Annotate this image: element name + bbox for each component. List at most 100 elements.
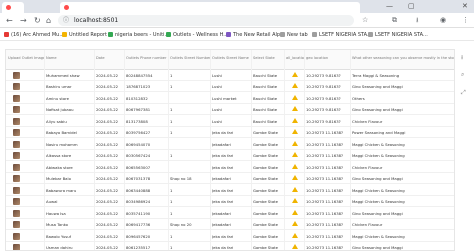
table-cell-name: Alkassa store: [46, 153, 72, 158]
table-row[interactable]: Hauwa Isa 2024-05-22 8035741190 1 Jekadafari…: [6, 208, 454, 219]
menu-icon[interactable]: ⋮: [462, 16, 469, 24]
table-cell-street: Lushi: [212, 84, 222, 89]
bookmark-item[interactable]: Untitled Report: [62, 30, 107, 39]
table-row[interactable]: Nafisat jubaau 2024-05-22 8067967381 1 Lushi…: [6, 105, 454, 115]
table-row[interactable]: Auwal 2024-05-22 8034986924 1 Jeka da fari Go…: [6, 197, 454, 207]
outlet-image-thumbnail[interactable]: [13, 244, 20, 250]
column-header[interactable]: Upload Outlet Image New_Info: [8, 56, 44, 60]
outlet-image-thumbnail[interactable]: [13, 140, 20, 148]
table-cell-geo: 10.29273 11.1638?: [306, 245, 344, 250]
page-icon: [368, 32, 373, 37]
bookmark-item[interactable]: nigeria beers - Uniti...: [108, 30, 169, 39]
table-row[interactable]: Usman dahiru 2024-05-22 8061235517 1 Jeka da…: [6, 243, 454, 250]
home-icon[interactable]: ⌂: [46, 16, 51, 25]
table-row[interactable]: Babawura maru 2024-05-22 8063440888 1 Jeka d…: [6, 185, 454, 196]
table-cell-num: 1: [170, 107, 173, 112]
bookmark-item[interactable]: The New Retail Alp...: [226, 30, 285, 39]
bookmark-item[interactable]: New tab: [280, 30, 308, 39]
download-icon[interactable]: ⭳: [461, 53, 463, 63]
column-header[interactable]: Date: [96, 56, 124, 60]
outlet-image-thumbnail[interactable]: [13, 129, 20, 136]
table-row[interactable]: Nasiru mohamm 2024-05-22 8069454070 Jekadaf…: [6, 139, 454, 150]
table-cell-num: 1: [170, 210, 173, 216]
bookmark-item[interactable]: Outlets - Wellness H...: [166, 30, 228, 39]
profile-icon[interactable]: ◉: [440, 16, 446, 24]
table-cell-phone: 8065563007: [126, 164, 151, 170]
table-cell-num: 1: [170, 118, 173, 124]
table-cell-num: 1: [170, 233, 173, 239]
column-header[interactable]: Select State: [253, 56, 285, 60]
outlet-image-thumbnail[interactable]: [13, 152, 20, 159]
outlet-image-thumbnail[interactable]: [13, 232, 20, 240]
outlet-image-thumbnail[interactable]: [13, 186, 20, 194]
extensions-icon[interactable]: ⧉: [392, 16, 397, 25]
reload-icon[interactable]: ↻: [34, 16, 41, 25]
maximize-icon[interactable]: ▢: [408, 2, 415, 10]
bookmark-star-icon[interactable]: ☆: [362, 16, 368, 24]
outlet-image-thumbnail[interactable]: [13, 106, 20, 113]
outlet-image-thumbnail[interactable]: [13, 221, 20, 228]
table-cell-phone: 8096457620: [126, 233, 151, 239]
warning-icon: [292, 175, 298, 181]
outlet-image-thumbnail[interactable]: [13, 83, 20, 90]
table-row[interactable]: Bashiru umar 2024-05-22 1876871023 1 Lushi Ba…: [6, 82, 454, 92]
downloads-icon[interactable]: ⭳: [416, 16, 418, 27]
table-cell-name: Auwal: [46, 199, 58, 204]
fullscreen-icon[interactable]: ⤢: [461, 89, 466, 97]
outlet-image-thumbnail[interactable]: [13, 117, 20, 125]
table-cell-phone: 8030567424: [126, 153, 151, 158]
address-bar[interactable]: ⓘ localhost:8501: [58, 15, 354, 26]
column-header[interactable]: Outlets Street Name: [212, 56, 252, 60]
outlet-image-thumbnail[interactable]: [13, 209, 20, 217]
outlet-image-thumbnail[interactable]: [13, 175, 20, 182]
table-cell-num: 1: [170, 245, 173, 250]
warning-icon: [292, 163, 298, 169]
site-info-icon[interactable]: ⓘ: [63, 15, 69, 26]
column-header[interactable]: geo location: [306, 56, 350, 60]
outlet-image-thumbnail[interactable]: [13, 71, 20, 79]
warning-icon: [292, 129, 298, 135]
table-cell-phone: 8039756427: [126, 130, 151, 135]
table-row[interactable]: Babayo Bamidel 2024-05-22 8039756427 1 Jeka …: [6, 128, 454, 138]
table-cell-geo: 10.29273 11.1638?: [306, 222, 344, 227]
table-cell-geo: 10.29273 11.1638?: [306, 176, 344, 181]
column-header[interactable]: Outlets Street Number: [170, 56, 210, 60]
back-icon[interactable]: ←: [6, 16, 13, 25]
column-header[interactable]: What other seasoning can you observe mos…: [352, 56, 454, 60]
warning-icon: [292, 232, 298, 238]
tab-active[interactable]: [60, 2, 360, 13]
table-row[interactable]: Musa Tanko 2024-05-22 8069417736 Shop no 20…: [6, 220, 454, 230]
column-header[interactable]: Outlets Phone number: [126, 56, 168, 60]
table-cell-geo: 10.29273 9.8163?: [306, 107, 341, 112]
bookmark-item[interactable]: (16) Arc Ahmed Mu...: [4, 30, 64, 39]
outlet-image-thumbnail[interactable]: [13, 163, 20, 171]
table-row[interactable]: Bawolo Yusuf 2024-05-22 8096457620 1 Jeka da…: [6, 231, 454, 242]
table-row[interactable]: Alkassa store 2024-05-22 8030567424 1 Jeka d…: [6, 151, 454, 161]
search-icon[interactable]: ⌕: [461, 71, 464, 79]
data-table[interactable]: Upload Outlet Image New_InfoNameDateOutl…: [5, 49, 455, 251]
tab-prev[interactable]: [2, 2, 24, 13]
column-header[interactable]: all_location: [286, 56, 304, 60]
forward-icon[interactable]: →: [20, 16, 27, 25]
table-row[interactable]: Abiwaka store 2024-05-22 8065563007 Jeka da…: [6, 162, 454, 173]
table-cell-season: Chicken Flavour: [352, 118, 383, 124]
table-row[interactable]: Aliyu sabiu 2024-05-22 813173808 1 Lushi Bauc…: [6, 116, 454, 127]
table-cell-season: Chicken Flavour: [352, 222, 383, 227]
table-cell-phone: 1876871023: [126, 84, 151, 89]
browser-tab-strip: — ▢ ✕: [0, 0, 474, 13]
table-cell-season: Maggi Chicken & Seasoning: [352, 141, 405, 147]
streamlit-page: Upload Outlet Image New_InfoNameDateOutl…: [0, 41, 474, 251]
column-header[interactable]: Name: [46, 56, 94, 60]
minimize-icon[interactable]: —: [386, 2, 393, 10]
bookmark-item[interactable]: LSETF NIGERIA STA...: [312, 30, 372, 39]
table-row[interactable]: Aminu store 2024-05-22 810312832 Lushi mark…: [6, 93, 454, 104]
table-cell-name: Babayo Bamidel: [46, 130, 77, 135]
bookmark-item[interactable]: LSETF NIGERIA STA...: [368, 30, 428, 39]
outlet-image-thumbnail[interactable]: [13, 198, 20, 205]
table-cell-season: Gino Seasoning and Maggi: [352, 210, 403, 216]
table-row[interactable]: Mulebar Balo 2024-05-22 8067031378 Shop no …: [6, 174, 454, 184]
close-icon[interactable]: ✕: [462, 2, 468, 10]
outlet-image-thumbnail[interactable]: [13, 94, 20, 102]
table-row[interactable]: Muhammed shaw 2024-05-22 80248847554 1 Lushi…: [6, 70, 454, 81]
table-cell-num: Shop no 20: [170, 222, 192, 227]
